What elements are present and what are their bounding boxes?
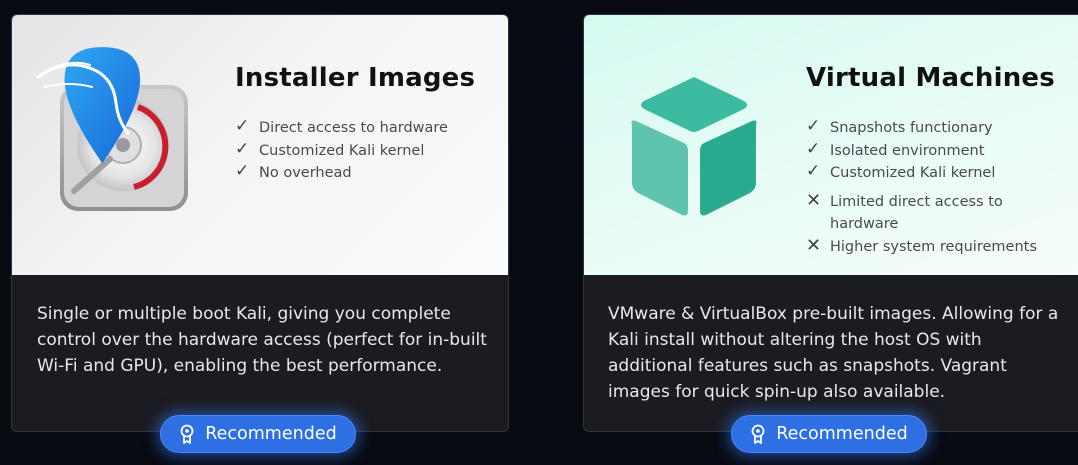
recommended-badge[interactable]: Recommended	[731, 415, 927, 453]
feature-item: ✓ Customized Kali kernel	[235, 138, 425, 159]
feature-item: ✓ Isolated environment	[806, 138, 985, 159]
recommended-badge[interactable]: Recommended	[160, 415, 356, 453]
feature-item: ✕ Higher system requirements	[806, 234, 1037, 256]
recommended-label: Recommended	[205, 424, 337, 444]
installer-images-card[interactable]: Installer Images ✓ Direct access to hardw…	[11, 14, 509, 453]
feature-list: ✓ Snapshots functionary ✓ Isolated environ…	[806, 116, 1037, 258]
card-title: Virtual Machines	[806, 63, 1055, 93]
check-icon: ✓	[235, 161, 250, 181]
feature-item: ✓ Direct access to hardware	[235, 116, 448, 136]
check-icon: ✓	[235, 138, 250, 159]
check-icon: ✓	[806, 138, 821, 159]
card-description: Single or multiple boot Kali, giving you…	[37, 304, 487, 376]
feature-item: ✕ Limited direct access to hardware	[806, 189, 1003, 233]
check-icon: ✓	[806, 161, 821, 181]
feature-item: ✓ Customized Kali kernel	[806, 161, 996, 181]
feature-list: ✓ Direct access to hardware ✓ Customized K…	[235, 116, 448, 185]
check-icon: ✓	[806, 116, 821, 136]
kali-disk-icon	[36, 47, 188, 211]
check-icon: ✓	[235, 116, 250, 136]
recommended-label: Recommended	[776, 424, 908, 444]
feature-item: ✓ Snapshots functionary	[806, 116, 993, 136]
installer-images-card-header: Installer Images ✓ Direct access to hardw…	[12, 15, 508, 275]
virtual-machines-card[interactable]: Virtual Machines ✓ Snapshots functionary …	[583, 14, 1078, 453]
award-icon	[180, 424, 194, 444]
award-icon	[751, 424, 765, 444]
cube-icon	[631, 77, 757, 216]
cross-icon: ✕	[806, 234, 822, 256]
feature-item: ✓ No overhead	[235, 161, 352, 181]
virtual-machines-card-header: Virtual Machines ✓ Snapshots functionary …	[584, 15, 1078, 275]
cross-icon: ✕	[806, 189, 822, 211]
card-description: VMware & VirtualBox pre-built images. Al…	[608, 304, 1059, 402]
card-title: Installer Images	[235, 63, 476, 93]
